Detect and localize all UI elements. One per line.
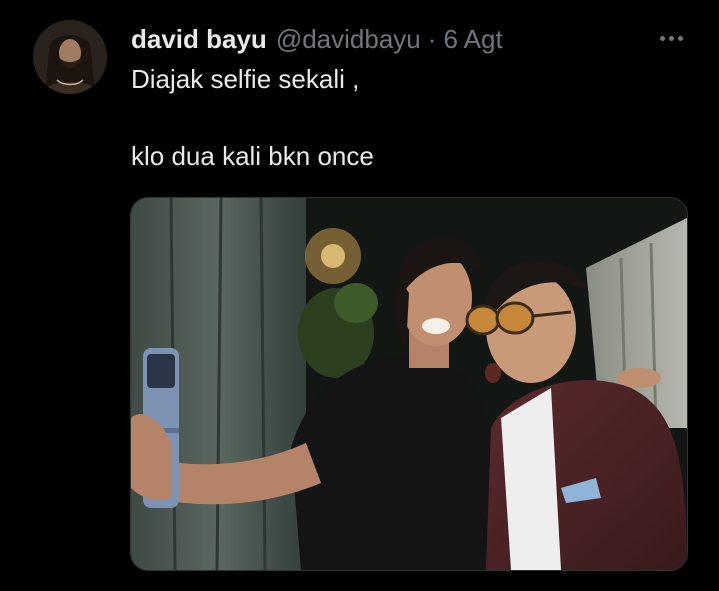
tweet[interactable]: david bayu @davidbayu · 6 Agt Diajak sel…: [0, 0, 719, 591]
tweet-text-line-1: Diajak selfie sekali ,: [131, 64, 360, 94]
more-dot: [677, 35, 683, 41]
author-name[interactable]: david bayu: [131, 24, 267, 55]
more-horizontal-icon[interactable]: [651, 24, 691, 52]
tweet-date[interactable]: 6 Agt: [443, 24, 502, 55]
more-dot: [668, 35, 674, 41]
separator-dot: ·: [427, 23, 437, 54]
author-handle[interactable]: @davidbayu: [276, 24, 421, 55]
selfie-photo: [131, 198, 687, 570]
more-dot: [659, 35, 665, 41]
tweet-text-line-2: klo dua kali bkn once: [131, 141, 374, 171]
avatar-image: [33, 20, 107, 94]
avatar[interactable]: [33, 20, 107, 94]
tweet-photo[interactable]: [130, 197, 688, 571]
tweet-header: david bayu @davidbayu · 6 Agt: [131, 22, 503, 56]
